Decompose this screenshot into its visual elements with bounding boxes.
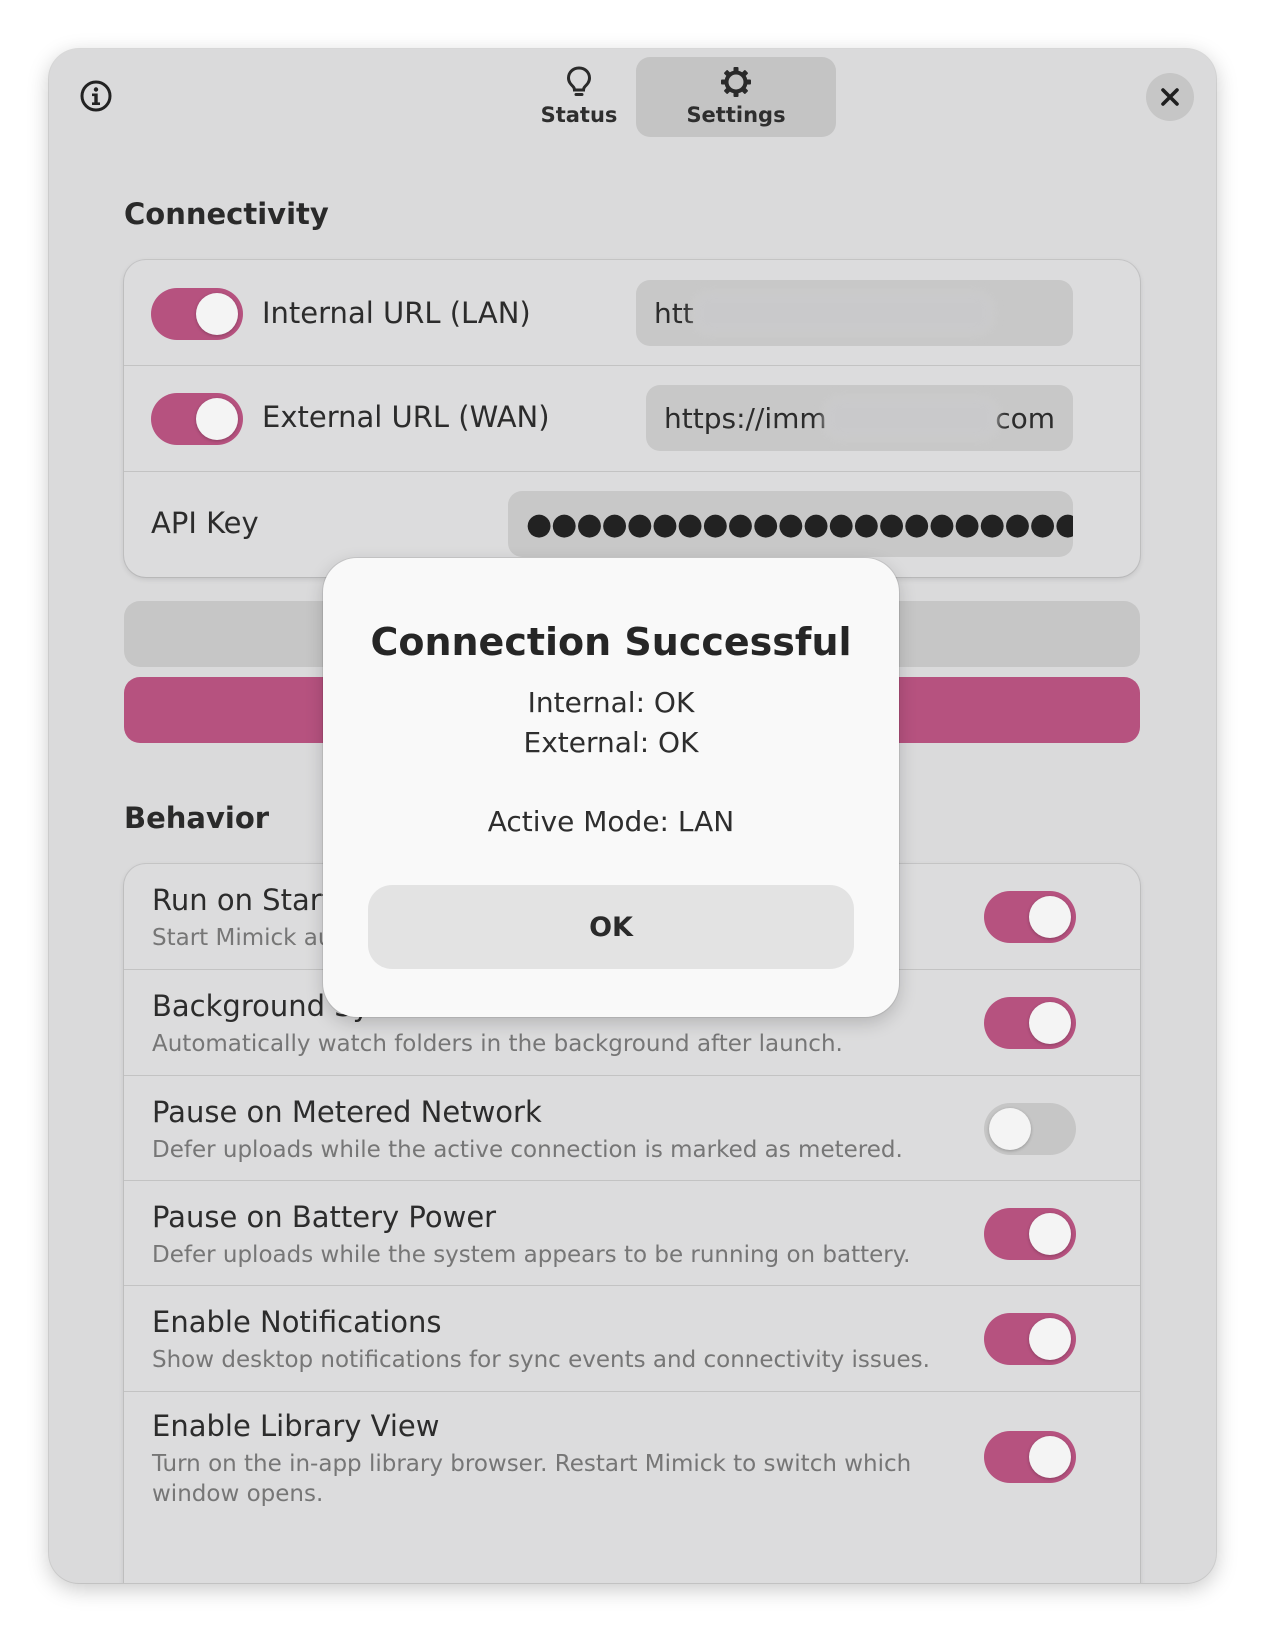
api-key-input[interactable]: ●●●●●●●●●●●●●●●●●●●●●●●●●: [508, 491, 1073, 557]
dialog-title: Connection Successful: [370, 620, 852, 664]
dialog-external-status: External: OK: [523, 726, 699, 759]
behavior-row-metered: Pause on Metered Network Defer uploads w…: [124, 1075, 1140, 1185]
ok-button[interactable]: OK: [368, 885, 854, 969]
behavior-item-subtitle: Turn on the in-app library browser. Rest…: [152, 1451, 912, 1507]
dialog-internal-status: Internal: OK: [527, 686, 695, 719]
external-url-label: External URL (WAN): [262, 400, 550, 434]
gear-icon: [721, 67, 751, 97]
info-icon: [80, 80, 112, 112]
internal-url-input[interactable]: htt: [636, 280, 1073, 346]
external-url-value-prefix: https://imm: [664, 401, 827, 435]
battery-power-toggle[interactable]: [984, 1208, 1076, 1260]
info-button[interactable]: [74, 74, 118, 118]
behavior-item-subtitle: Defer uploads while the system appears t…: [152, 1242, 911, 1268]
behavior-row-library-view: Enable Library View Turn on the in-app l…: [124, 1391, 1140, 1531]
metered-network-toggle[interactable]: [984, 1103, 1076, 1155]
internal-url-row: Internal URL (LAN) htt: [124, 260, 1140, 370]
connectivity-card: Internal URL (LAN) htt External URL (WAN…: [124, 260, 1140, 577]
api-key-masked-value: ●●●●●●●●●●●●●●●●●●●●●●●●●: [526, 506, 1073, 542]
behavior-item-title: Pause on Battery Power: [152, 1200, 497, 1234]
lightbulb-icon: [566, 66, 592, 96]
connection-dialog: Connection Successful Internal: OK Exter…: [323, 558, 899, 1017]
behavior-item-subtitle: Automatically watch folders in the backg…: [152, 1031, 843, 1057]
internal-url-label: Internal URL (LAN): [262, 296, 531, 330]
api-key-label: API Key: [151, 506, 259, 540]
connectivity-heading: Connectivity: [124, 197, 329, 231]
behavior-heading: Behavior: [124, 801, 270, 835]
library-view-toggle[interactable]: [984, 1431, 1076, 1483]
background-sync-toggle[interactable]: [984, 997, 1076, 1049]
external-url-row: External URL (WAN) https://imm com: [124, 365, 1140, 475]
redacted-blur: [697, 297, 988, 329]
behavior-item-subtitle: Show desktop notifications for sync even…: [152, 1347, 930, 1373]
external-url-value-suffix: com: [995, 401, 1055, 435]
notifications-toggle[interactable]: [984, 1313, 1076, 1365]
tab-settings-label: Settings: [686, 103, 786, 127]
behavior-item-title: Enable Notifications: [152, 1305, 442, 1339]
redacted-blur: [828, 402, 994, 434]
external-url-input[interactable]: https://imm com: [646, 385, 1073, 451]
internal-url-toggle[interactable]: [151, 288, 243, 340]
tab-status-label: Status: [540, 103, 618, 127]
run-on-startup-toggle[interactable]: [984, 891, 1076, 943]
dialog-active-mode: Active Mode: LAN: [487, 805, 735, 838]
close-icon: [1161, 88, 1179, 106]
internal-url-value: htt: [654, 296, 694, 330]
behavior-row-battery: Pause on Battery Power Defer uploads whi…: [124, 1180, 1140, 1290]
external-url-toggle[interactable]: [151, 393, 243, 445]
tab-settings[interactable]: Settings: [636, 57, 836, 137]
close-button[interactable]: [1146, 73, 1194, 121]
behavior-row-notifications: Enable Notifications Show desktop notifi…: [124, 1285, 1140, 1395]
behavior-item-title: Pause on Metered Network: [152, 1095, 542, 1129]
behavior-item-subtitle: Defer uploads while the active connectio…: [152, 1137, 903, 1163]
behavior-item-title: Enable Library View: [152, 1409, 440, 1443]
